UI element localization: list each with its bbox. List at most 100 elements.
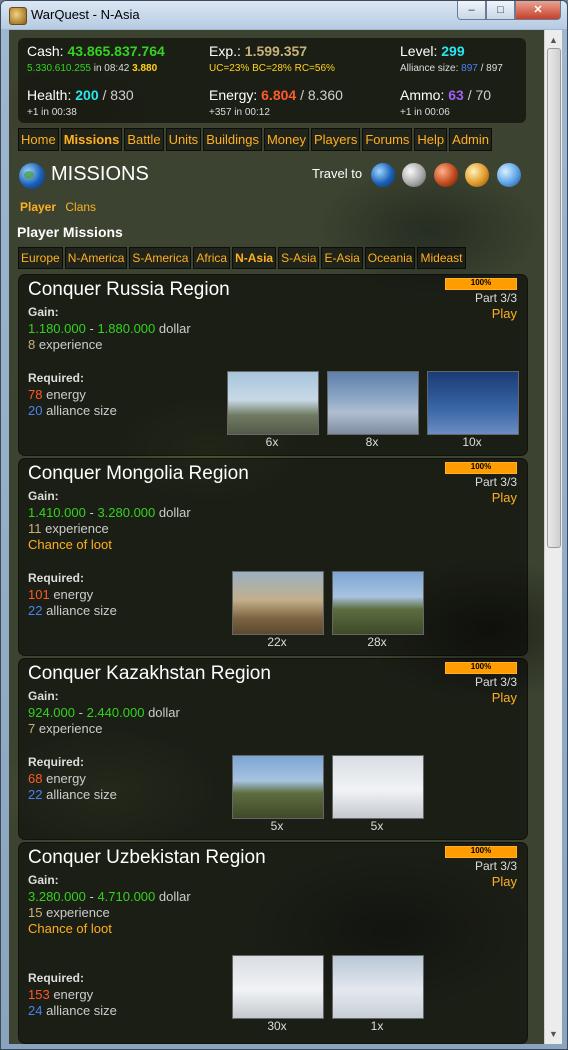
ammo-label: Ammo: [400, 87, 445, 103]
nav-admin[interactable]: Admin [449, 128, 493, 151]
maximize-button[interactable]: □ [486, 1, 515, 20]
exp-amount: 11 [28, 521, 42, 536]
nav-missions[interactable]: Missions [60, 128, 123, 151]
exp-amount: 15 [28, 905, 43, 920]
unit-count: 5x [270, 819, 284, 833]
rocket-launcher-image [232, 755, 324, 819]
nav-help[interactable]: Help [414, 128, 448, 151]
gain-min: 1.180.000 [28, 321, 86, 336]
health-label: Health: [27, 87, 72, 103]
main-nav: Home Missions Battle Units Buildings Mon… [18, 128, 494, 151]
moon-planet-icon[interactable] [402, 163, 426, 187]
mission-title: Conquer Kazakhstan Region [28, 663, 271, 684]
cash-rate: 5.330.610.255 [27, 63, 91, 74]
gain-unit: dollar [148, 705, 180, 720]
mission-card: Conquer Uzbekistan Region 100% Part 3/3 … [18, 842, 528, 1044]
region-oceania[interactable]: Oceania [364, 247, 416, 269]
region-n-america[interactable]: N-America [64, 247, 128, 269]
ammo-stat: Ammo: 63 / 70 +1 in 00:06 [400, 87, 491, 118]
energy-required: 153 energy [28, 987, 93, 1002]
cash-value: 43.865.837.764 [67, 43, 165, 59]
nav-players[interactable]: Players [310, 128, 361, 151]
energy-unit: energy [46, 387, 86, 402]
cash-label: Cash: [27, 43, 64, 59]
nav-money[interactable]: Money [263, 128, 309, 151]
unit-rocket-launcher: 5x [232, 755, 324, 833]
gain-label: Gain: [28, 305, 59, 319]
alliance-required: 24 alliance size [28, 1003, 117, 1018]
ammo-sub: +1 in 00:06 [400, 107, 450, 118]
alliance-required: 20 alliance size [28, 403, 117, 418]
stats-panel: Cash: 43.865.837.764 5.330.610.255 in 08… [18, 38, 526, 123]
mission-card: Conquer Mongolia Region 100% Part 3/3 Pl… [18, 458, 528, 656]
unit-count: 28x [367, 635, 387, 649]
minimize-button[interactable]: – [457, 1, 486, 20]
region-s-asia[interactable]: S-Asia [278, 247, 320, 269]
rocket-launcher-image [332, 571, 424, 635]
earth-planet-icon[interactable] [371, 163, 395, 187]
energy-amount: 68 [28, 771, 43, 786]
region-s-america[interactable]: S-America [129, 247, 192, 269]
alliance-unit: alliance size [46, 403, 117, 418]
scroll-up-icon[interactable]: ▲ [546, 32, 561, 48]
play-link[interactable]: Play [492, 490, 517, 505]
experience-gain: 8 experience [28, 337, 102, 352]
gain-label: Gain: [28, 689, 59, 703]
fighter-jet-image [332, 955, 424, 1019]
energy-label: Energy: [209, 87, 258, 103]
gain-max: 2.440.000 [86, 705, 145, 720]
progress-text: 100% [470, 662, 492, 671]
scroll-down-icon[interactable]: ▼ [546, 1026, 561, 1042]
mission-card: Conquer Kazakhstan Region 100% Part 3/3 … [18, 658, 528, 840]
cash-stat: Cash: 43.865.837.764 5.330.610.255 in 08… [27, 43, 165, 74]
unit-rocket-launcher: 28x [332, 571, 424, 649]
vertical-scrollbar[interactable]: ▲ ▼ [544, 30, 562, 1044]
neptune-planet-icon[interactable] [497, 163, 521, 187]
energy-value: 6.804 [261, 87, 297, 103]
gain-range: 924.000 - 2.440.000 dollar [28, 705, 180, 720]
mars-planet-icon[interactable] [434, 163, 458, 187]
unit-stealth-jet: 10x [427, 371, 519, 449]
venus-planet-icon[interactable] [465, 163, 489, 187]
nav-home[interactable]: Home [18, 128, 59, 151]
exp-amount: 7 [28, 721, 36, 736]
scrollbar-thumb[interactable] [547, 48, 561, 548]
unit-count: 10x [462, 435, 482, 449]
tab-clans[interactable]: Clans [64, 198, 97, 216]
section-title: Player Missions [17, 224, 123, 240]
apache-helicopter-image [332, 755, 424, 819]
level-stat: Level: 299 Alliance size: 897 / 897 [400, 43, 503, 74]
alliance-required: 22 alliance size [28, 787, 117, 802]
play-link[interactable]: Play [492, 306, 517, 321]
gain-min: 1.410.000 [28, 505, 86, 520]
gain-dash: - [89, 505, 94, 520]
region-e-asia[interactable]: E-Asia [321, 247, 363, 269]
play-link[interactable]: Play [492, 874, 517, 889]
tab-player[interactable]: Player [19, 198, 57, 216]
region-africa[interactable]: Africa [193, 247, 231, 269]
alliance-current: 897 [461, 63, 478, 74]
region-europe[interactable]: Europe [18, 247, 63, 269]
nav-buildings[interactable]: Buildings [203, 128, 262, 151]
gain-unit: dollar [158, 889, 191, 904]
gain-max: 4.710.000 [97, 889, 156, 904]
gain-min: 924.000 [28, 705, 75, 720]
nav-units[interactable]: Units [165, 128, 202, 151]
energy-required: 78 energy [28, 387, 86, 402]
alliance-sep: / [480, 63, 484, 74]
energy-required: 68 energy [28, 771, 86, 786]
exp-amount: 8 [28, 337, 36, 352]
globe-icon [19, 163, 45, 189]
close-button[interactable]: ✕ [515, 1, 561, 20]
unit-attack-helicopter: 6x [227, 371, 319, 449]
nav-forums[interactable]: Forums [362, 128, 413, 151]
progress-text: 100% [470, 278, 492, 287]
region-mideast[interactable]: Mideast [417, 247, 466, 269]
alliance-label: Alliance size: [400, 63, 459, 74]
alliance-unit: alliance size [46, 787, 117, 802]
region-n-asia[interactable]: N-Asia [232, 247, 277, 269]
play-link[interactable]: Play [492, 690, 517, 705]
unit-count: 22x [267, 635, 287, 649]
nav-battle[interactable]: Battle [124, 128, 164, 151]
progress-bar: 100% [445, 278, 517, 290]
